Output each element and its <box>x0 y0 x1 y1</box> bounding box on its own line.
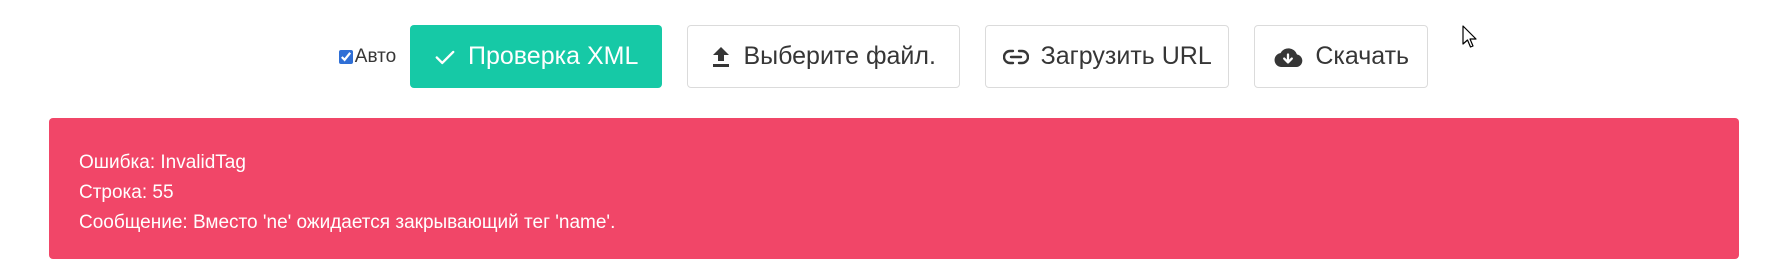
download-button[interactable]: Скачать <box>1254 25 1429 88</box>
error-line-number: Строка: 55 <box>79 182 174 203</box>
validate-xml-label: Проверка XML <box>468 42 639 70</box>
toolbar: Авто Проверка XML Выберите файл. Загрузи… <box>0 25 1782 88</box>
choose-file-label: Выберите файл. <box>743 42 936 70</box>
link-icon <box>1002 49 1029 65</box>
check-icon <box>434 46 456 68</box>
auto-label: Авто <box>354 45 397 67</box>
download-label: Скачать <box>1315 42 1410 70</box>
load-url-button[interactable]: Загрузить URL <box>985 25 1230 88</box>
load-url-label: Загрузить URL <box>1040 42 1212 70</box>
error-notification: Ошибка: InvalidTag Строка: 55 Сообщение:… <box>49 118 1739 259</box>
upload-icon <box>711 46 731 68</box>
cloud-download-icon <box>1273 46 1303 68</box>
choose-file-button[interactable]: Выберите файл. <box>687 25 961 88</box>
validate-xml-button[interactable]: Проверка XML <box>410 25 663 88</box>
auto-checkbox[interactable] <box>338 49 353 64</box>
page: Авто Проверка XML Выберите файл. Загрузи… <box>0 0 1782 279</box>
error-type: Ошибка: InvalidTag <box>79 152 246 173</box>
auto-checkbox-wrapper[interactable]: Авто <box>338 45 397 68</box>
error-message: Сообщение: Вместо 'ne' ожидается закрыва… <box>79 212 616 233</box>
mouse-cursor-icon <box>1462 25 1477 48</box>
